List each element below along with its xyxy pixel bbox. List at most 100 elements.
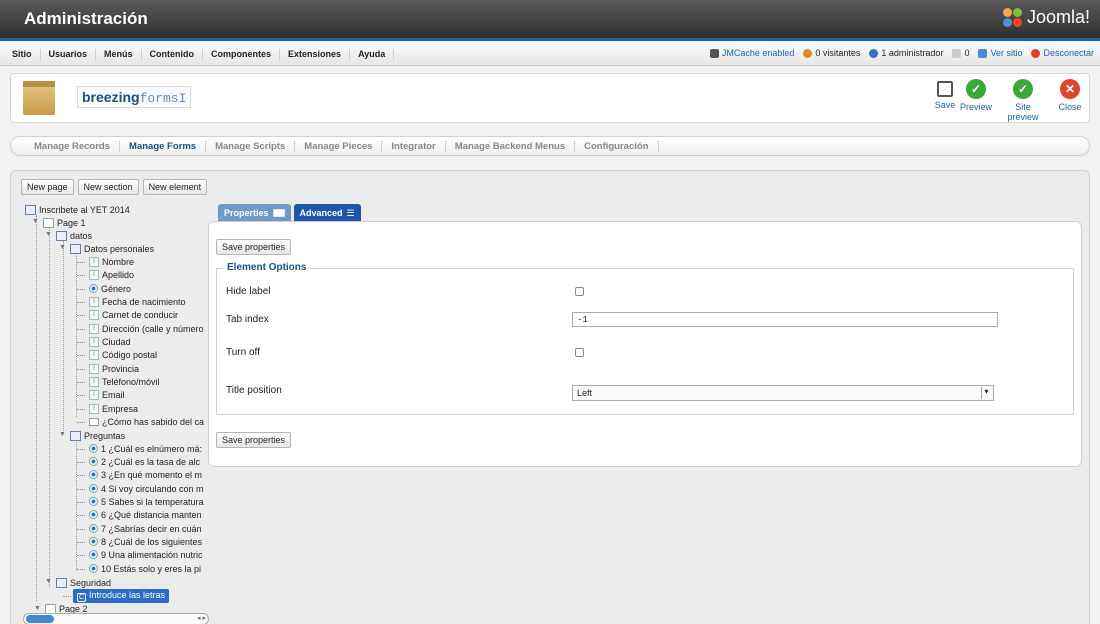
- tree-field[interactable]: I Fecha de nacimiento: [89, 295, 186, 308]
- collapse-icon[interactable]: ▼: [45, 231, 53, 239]
- radio-icon: [89, 484, 98, 493]
- captcha-icon: C: [77, 592, 86, 602]
- tree-field[interactable]: I Ciudad: [89, 335, 131, 348]
- menu-ayuda[interactable]: Ayuda: [350, 49, 395, 60]
- tree-node-captcha-selected[interactable]: C Introduce las letras: [73, 588, 170, 603]
- text-field-icon: I: [89, 323, 99, 334]
- new-page-button[interactable]: New page: [21, 179, 74, 195]
- radio-icon: [89, 537, 98, 546]
- tree-question[interactable]: 1 ¿Cuál es elnúmero má:: [89, 442, 202, 455]
- tree-node-section-preguntas[interactable]: Preguntas: [70, 429, 125, 442]
- tree-node-section-datos[interactable]: datos: [56, 229, 92, 242]
- tree-field[interactable]: Género: [89, 282, 131, 295]
- tree-field[interactable]: I Provincia: [89, 362, 139, 375]
- preview-button[interactable]: ✓ Preview: [956, 79, 996, 112]
- tree-node-form[interactable]: Inscribete al YET 2014: [25, 203, 130, 216]
- tree-question[interactable]: 5 Sabes si la temperatura: [89, 495, 204, 508]
- joomla-logo: Joomla!: [1002, 7, 1090, 28]
- tab-manage-backend-menus[interactable]: Manage Backend Menus: [446, 141, 576, 152]
- site-preview-button[interactable]: ✓ Site preview: [999, 79, 1047, 122]
- close-icon: ✕: [1060, 79, 1080, 99]
- new-element-button[interactable]: New element: [142, 179, 208, 195]
- text-field-icon: I: [89, 389, 99, 400]
- joomla-logo-text: Joomla!: [1026, 7, 1090, 27]
- jmcache-icon: [709, 48, 719, 58]
- text-field-icon: I: [89, 349, 99, 360]
- collapse-icon[interactable]: ▼: [59, 244, 67, 252]
- tree-field[interactable]: I Nombre: [89, 255, 134, 268]
- check-icon: ✓: [1013, 79, 1033, 99]
- turn-off-label: Turn off: [226, 347, 260, 358]
- properties-icon: [272, 209, 285, 217]
- new-section-button[interactable]: New section: [77, 179, 139, 195]
- form-tree: Inscribete al YET 2014 ▼ Page 1 ▼ datos …: [23, 203, 211, 603]
- section-icon: [70, 430, 81, 441]
- logout-link[interactable]: Desconectar: [1031, 48, 1094, 58]
- tree-node-section-datos-personales[interactable]: Datos personales: [70, 242, 154, 255]
- hide-label-checkbox[interactable]: [575, 287, 584, 296]
- collapse-icon[interactable]: ▼: [34, 605, 42, 613]
- messages-count[interactable]: 0: [952, 48, 969, 58]
- scrollbar-thumb[interactable]: [26, 615, 54, 623]
- close-button[interactable]: ✕ Close: [1052, 79, 1088, 112]
- radio-icon: [89, 497, 98, 506]
- tree-node-section-seguridad[interactable]: Seguridad: [56, 576, 111, 589]
- tab-properties[interactable]: Properties: [218, 204, 291, 222]
- tree-field[interactable]: I Empresa: [89, 402, 138, 415]
- tab-advanced[interactable]: Advanced ☰: [293, 204, 361, 222]
- tab-manage-records[interactable]: Manage Records: [25, 141, 121, 152]
- tree-question[interactable]: 7 ¿Sabrías decir en cuán: [89, 522, 202, 535]
- collapse-icon[interactable]: ▼: [32, 218, 40, 226]
- tab-index-label: Tab index: [226, 314, 269, 325]
- menu-componentes[interactable]: Componentes: [203, 49, 281, 60]
- title-position-select[interactable]: Left ▾: [572, 385, 994, 401]
- tab-index-input[interactable]: -1: [572, 312, 998, 327]
- tree-question[interactable]: 4 Si voy circulando con m: [89, 482, 204, 495]
- tree-field[interactable]: I Apellido: [89, 268, 134, 281]
- turn-off-checkbox[interactable]: [575, 348, 584, 357]
- menu-menus[interactable]: Menús: [96, 49, 142, 60]
- collapse-icon[interactable]: ▼: [45, 578, 53, 586]
- tree-field[interactable]: I Carnet de conducir: [89, 308, 178, 321]
- tab-configuracion[interactable]: Configuración: [575, 141, 659, 152]
- section-icon: [56, 577, 67, 588]
- tree-question[interactable]: 10 Estás solo y eres la pi: [89, 562, 201, 575]
- element-options-fieldset: Element Options Hide label Tab index -1 …: [216, 262, 1074, 415]
- menu-contenido[interactable]: Contenido: [142, 49, 204, 60]
- tree-question[interactable]: 8 ¿Cuál de los siguientes: [89, 535, 202, 548]
- radio-icon: [89, 284, 98, 293]
- tab-manage-forms[interactable]: Manage Forms: [120, 141, 207, 152]
- tree-question[interactable]: 6 ¿Qué distancia manten: [89, 508, 202, 521]
- message-icon: [952, 48, 962, 58]
- collapse-icon[interactable]: ▼: [59, 431, 67, 439]
- section-icon: [56, 230, 67, 241]
- tree-question[interactable]: 3 ¿En qué momento el m: [89, 468, 202, 481]
- radio-icon: [89, 564, 98, 573]
- menu-extensiones[interactable]: Extensiones: [280, 49, 351, 60]
- text-field-icon: I: [89, 269, 99, 280]
- properties-panel: Save properties Element Options Hide lab…: [208, 221, 1082, 467]
- tab-manage-pieces[interactable]: Manage Pieces: [295, 141, 383, 152]
- section-icon: [70, 243, 81, 254]
- tree-node-page-1[interactable]: Page 1: [43, 216, 86, 229]
- menu-sitio[interactable]: Sitio: [4, 49, 41, 60]
- tree-question[interactable]: 2 ¿Cuál es la tasa de alc: [89, 455, 200, 468]
- tree-field[interactable]: I Teléfono/móvil: [89, 375, 160, 388]
- tree-field[interactable]: ¿Cómo has sabido del ca: [89, 415, 204, 428]
- scroll-arrows-icon[interactable]: ◂ ▸: [197, 614, 206, 622]
- jmcache-status[interactable]: JMCache enabled: [709, 48, 794, 58]
- tab-integrator[interactable]: Integrator: [382, 141, 446, 152]
- save-properties-button[interactable]: Save properties: [216, 239, 292, 255]
- tab-manage-scripts[interactable]: Manage Scripts: [206, 141, 296, 152]
- radio-icon: [89, 550, 98, 559]
- tree-field[interactable]: I Email: [89, 388, 125, 401]
- text-field-icon: I: [89, 309, 99, 320]
- tree-field[interactable]: I Código postal: [89, 348, 157, 361]
- tree-field[interactable]: I Dirección (calle y número: [89, 322, 204, 335]
- view-site-link[interactable]: Ver sitio: [978, 48, 1022, 58]
- tree-horizontal-scrollbar[interactable]: ◂ ▸: [23, 613, 209, 624]
- radio-icon: [89, 470, 98, 479]
- save-properties-button[interactable]: Save properties: [216, 432, 292, 448]
- tree-question[interactable]: 9 Una alimentación nutric: [89, 548, 203, 561]
- menu-usuarios[interactable]: Usuarios: [41, 49, 97, 60]
